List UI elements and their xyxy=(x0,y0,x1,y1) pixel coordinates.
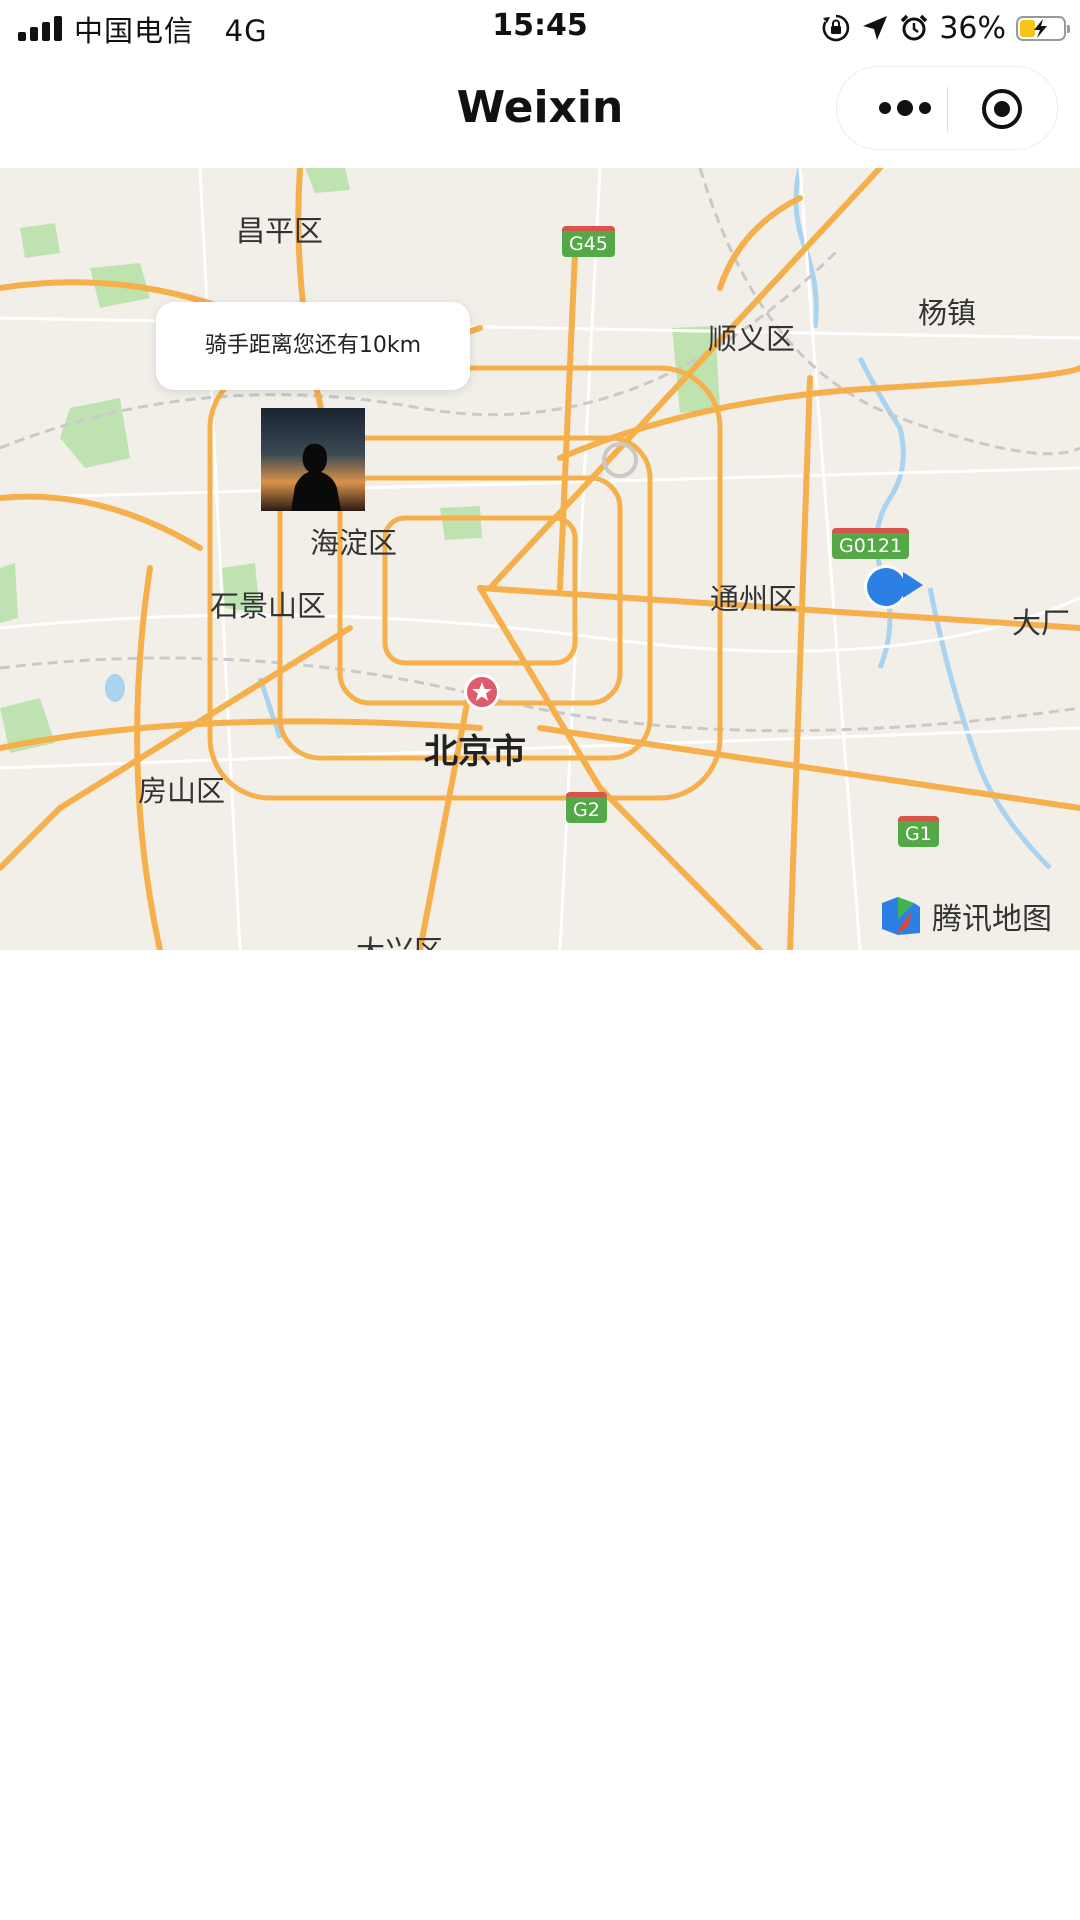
status-icons: 36% xyxy=(821,10,1070,46)
battery-charging-icon xyxy=(1016,15,1070,41)
capital-label: 北京市 xyxy=(424,732,526,772)
target-circle-icon[interactable] xyxy=(980,87,1024,131)
highway-shield: G0121 xyxy=(832,528,910,559)
orientation-lock-icon xyxy=(822,14,850,42)
district-label: 大兴区 xyxy=(356,928,443,950)
district-label: 顺义区 xyxy=(708,322,796,356)
battery-percent: 36% xyxy=(939,10,1006,46)
map-view[interactable]: 昌平区 顺义区 杨镇 海淀区 石景山区 通州区 大厂 房山区 大兴区 北京市 G… xyxy=(0,168,1080,950)
status-bar: 中国电信 4G 15:45 36% xyxy=(0,0,1080,56)
rider-avatar[interactable] xyxy=(261,408,365,511)
nav-bar: Weixin xyxy=(0,56,1080,166)
town-label: 杨镇 xyxy=(918,296,977,330)
current-location-marker xyxy=(867,568,905,606)
location-arrow-icon xyxy=(863,16,888,40)
capsule-divider xyxy=(947,87,948,131)
district-label: 海淀区 xyxy=(310,526,398,560)
district-label: 昌平区 xyxy=(236,214,324,248)
alarm-icon xyxy=(901,14,928,41)
capital-star-icon xyxy=(464,674,500,710)
highway-shield: G2 xyxy=(566,792,607,823)
rider-distance-callout[interactable]: 骑手距离您还有10km xyxy=(156,302,470,390)
heading-arrow-icon xyxy=(903,572,923,598)
highway-shield: G45 xyxy=(562,226,615,257)
district-label: 石景山区 xyxy=(210,589,327,623)
district-label: 通州区 xyxy=(710,582,798,616)
tencent-map-logo-icon xyxy=(882,897,920,935)
district-label: 房山区 xyxy=(138,774,226,808)
more-dots-icon[interactable] xyxy=(877,98,933,118)
tencent-map-logo: 腾讯地图 xyxy=(878,892,1052,940)
district-label: 大厂 xyxy=(1012,606,1071,640)
map-logo-text: 腾讯地图 xyxy=(932,902,1052,937)
highway-shield: G1 xyxy=(898,816,939,847)
mini-program-capsule xyxy=(836,66,1058,150)
